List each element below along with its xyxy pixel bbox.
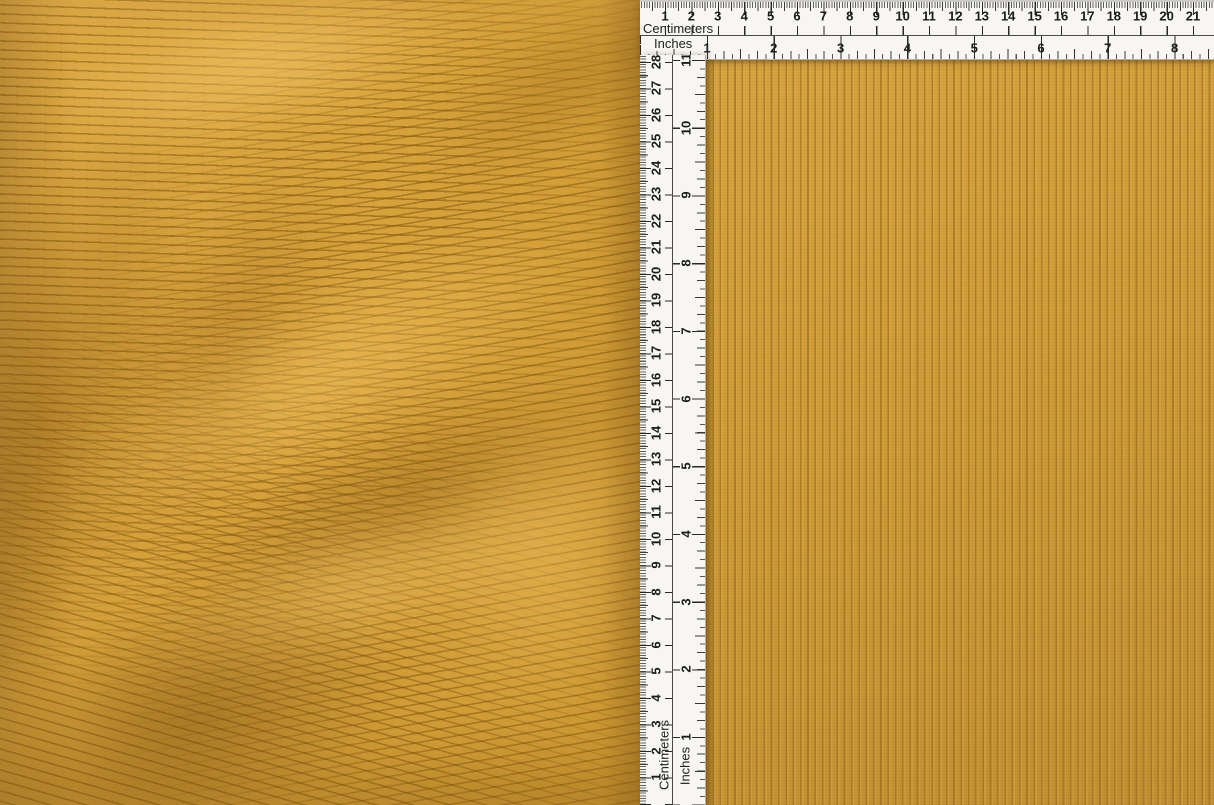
flat-fabric-swatch <box>705 57 1214 805</box>
inch-number: 2 <box>680 666 693 673</box>
inch-number: 3 <box>680 598 693 605</box>
inch-number: 9 <box>680 192 693 199</box>
draped-fabric-photo <box>0 0 640 805</box>
inch-number: 11 <box>680 55 693 67</box>
ruler-cast-shadow <box>705 57 715 805</box>
horizontal-ruler: 123456789101112131415161718192021 Centim… <box>640 0 1214 60</box>
inch-number: 4 <box>680 530 693 537</box>
inch-number: 7 <box>680 327 693 334</box>
inch-number: 5 <box>680 463 693 470</box>
photo-vignette <box>0 0 640 805</box>
inch-tick-marks <box>692 55 705 805</box>
inch-number: 1 <box>680 733 693 740</box>
vertical-ruler: 1234567891011121314151617181920212223242… <box>640 55 706 805</box>
inch-tick-marks <box>640 45 1214 59</box>
fabric-product-photo: 123456789101112131415161718192021 Centim… <box>0 0 1214 805</box>
inch-number: 10 <box>680 120 693 134</box>
inch-number: 6 <box>680 395 693 402</box>
inch-number: 8 <box>680 259 693 266</box>
